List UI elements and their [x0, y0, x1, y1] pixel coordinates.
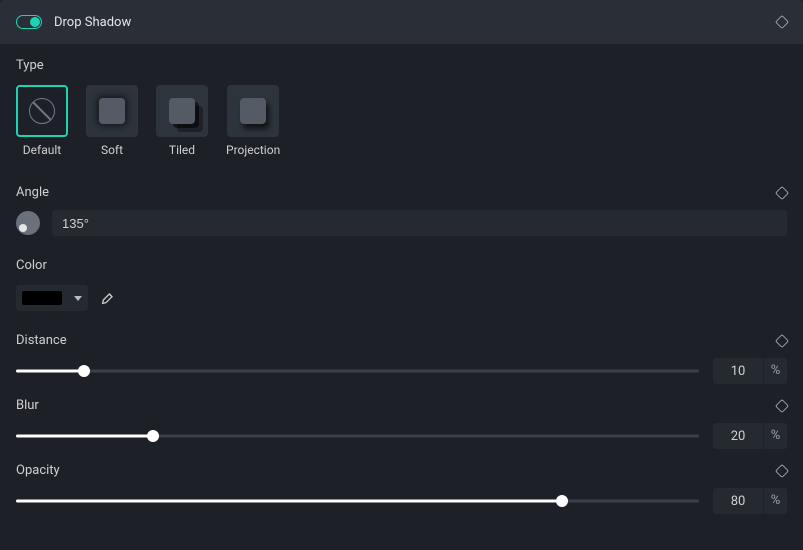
opacity-label: Opacity: [16, 463, 60, 478]
type-options: Default Soft Tiled Projection: [16, 85, 787, 157]
color-label: Color: [16, 258, 787, 273]
none-icon: [29, 98, 55, 124]
projection-shadow-icon: [240, 98, 266, 124]
type-option-default[interactable]: Default: [16, 85, 68, 157]
blur-slider[interactable]: [16, 429, 699, 443]
color-swatch: [22, 291, 62, 305]
chevron-down-icon: [74, 296, 82, 301]
keyframe-icon[interactable]: [775, 15, 789, 29]
soft-shadow-icon: [99, 98, 125, 124]
blur-value[interactable]: 20 %: [713, 423, 787, 449]
type-option-label: Soft: [101, 143, 123, 157]
panel-title: Drop Shadow: [54, 15, 131, 30]
type-option-label: Tiled: [169, 143, 195, 157]
type-option-projection[interactable]: Projection: [226, 85, 280, 157]
type-option-tiled[interactable]: Tiled: [156, 85, 208, 157]
angle-input[interactable]: [52, 210, 787, 236]
angle-dial[interactable]: [16, 211, 40, 235]
panel-header: Drop Shadow: [0, 0, 803, 44]
eyedropper-icon[interactable]: [100, 290, 116, 306]
type-option-label: Projection: [226, 143, 280, 157]
color-picker[interactable]: [16, 285, 88, 311]
opacity-slider[interactable]: [16, 494, 699, 508]
type-option-label: Default: [23, 143, 61, 157]
distance-slider[interactable]: [16, 364, 699, 378]
opacity-value[interactable]: 80 %: [713, 488, 787, 514]
blur-keyframe-icon[interactable]: [775, 398, 789, 412]
type-label: Type: [16, 58, 787, 73]
drop-shadow-toggle[interactable]: [16, 15, 42, 29]
type-option-soft[interactable]: Soft: [86, 85, 138, 157]
blur-label: Blur: [16, 398, 39, 413]
angle-label: Angle: [16, 185, 49, 200]
distance-keyframe-icon[interactable]: [775, 333, 789, 347]
distance-value[interactable]: 10 %: [713, 358, 787, 384]
opacity-keyframe-icon[interactable]: [775, 463, 789, 477]
distance-label: Distance: [16, 333, 67, 348]
tiled-shadow-icon: [169, 98, 195, 124]
angle-keyframe-icon[interactable]: [775, 185, 789, 199]
